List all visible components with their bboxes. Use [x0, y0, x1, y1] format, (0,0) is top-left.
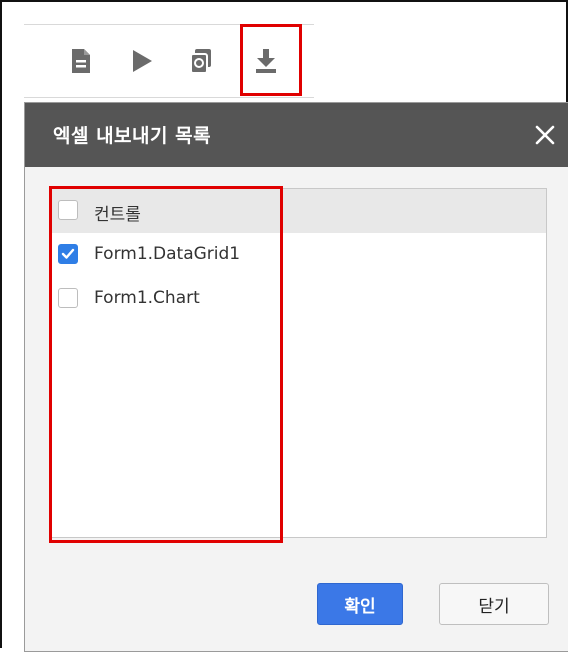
close-button[interactable]: 닫기	[439, 583, 549, 625]
dialog-title: 엑셀 내보내기 목록	[53, 125, 212, 147]
list-highlight-box	[49, 186, 283, 543]
play-icon[interactable]	[120, 39, 164, 83]
close-icon[interactable]	[529, 119, 561, 151]
dialog-header: 엑셀 내보내기 목록	[25, 103, 568, 167]
ok-button[interactable]: 확인	[317, 583, 403, 625]
download-highlight-box	[240, 24, 302, 96]
export-dialog: 엑셀 내보내기 목록 컨트롤 Form1.DataGrid1 Form1.Cha…	[24, 102, 568, 652]
document-icon[interactable]	[59, 39, 103, 83]
screenshot-frame: 엑셀 내보내기 목록 컨트롤 Form1.DataGrid1 Form1.Cha…	[0, 0, 568, 652]
copy-icon[interactable]	[179, 39, 223, 83]
